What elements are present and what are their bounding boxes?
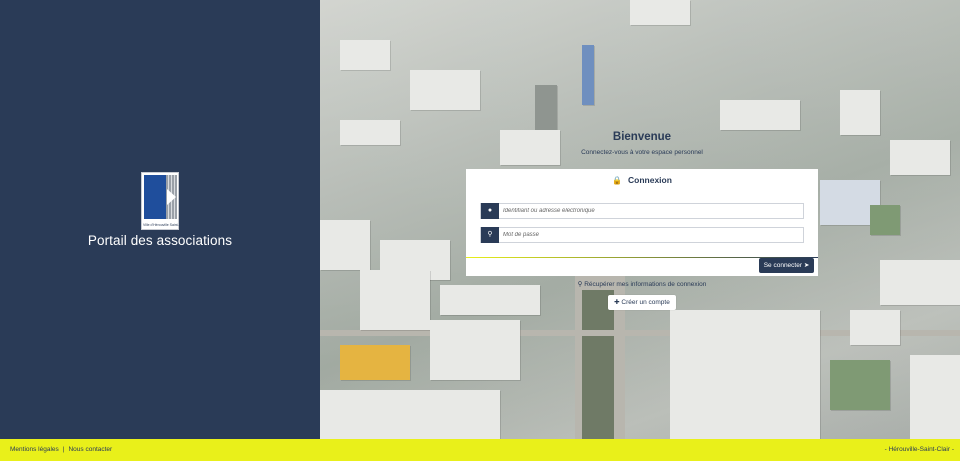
recover-credentials-link[interactable]: ⚲ Récupérer mes informations de connexio… — [560, 280, 724, 288]
login-header-label: Connexion — [628, 175, 672, 185]
sign-in-icon: ➤ — [803, 262, 810, 269]
key-icon: ⚲ — [577, 281, 583, 288]
footer-separator: | — [62, 446, 65, 453]
create-account-label: Créer un compte — [621, 299, 670, 306]
welcome-subtitle: Connectez-vous à votre espace personnel — [581, 149, 703, 156]
login-button[interactable]: Se connecter ➤ — [759, 258, 814, 273]
footer-links: Mentions légales | Nous contacter — [10, 439, 112, 461]
create-account-button[interactable]: ✚ Créer un compte — [608, 295, 676, 310]
logo-text: Ville d'Hérouville Saint-Clair — [143, 223, 179, 227]
username-field: ● — [480, 203, 804, 219]
user-plus-icon: ✚ — [614, 299, 620, 306]
footer: Mentions légales | Nous contacter - Hérouv… — [0, 439, 960, 461]
footer-city: - Hérouville-Saint-Clair - — [884, 446, 954, 453]
legal-link[interactable]: Mentions légales — [10, 446, 59, 453]
welcome-block: Bienvenue Connectez-vous à votre espace … — [466, 131, 818, 156]
portal-title: Portail des associations — [87, 233, 233, 248]
key-icon: ⚲ — [481, 227, 499, 243]
username-input[interactable] — [503, 204, 801, 218]
welcome-title: Bienvenue — [612, 131, 672, 143]
password-field: ⚲ — [480, 227, 804, 243]
recover-label: Récupérer mes informations de connexion — [584, 281, 707, 288]
city-logo: Ville d'Hérouville Saint-Clair — [141, 172, 179, 230]
lock-icon: 🔒 — [612, 176, 623, 185]
left-panel: Ville d'Hérouville Saint-Clair Portail d… — [0, 0, 320, 439]
login-button-label: Se connecter — [763, 262, 803, 269]
contact-link[interactable]: Nous contacter — [68, 446, 112, 453]
login-header: 🔒 Connexion — [466, 169, 818, 191]
user-icon: ● — [481, 203, 499, 219]
password-input[interactable] — [503, 228, 801, 242]
